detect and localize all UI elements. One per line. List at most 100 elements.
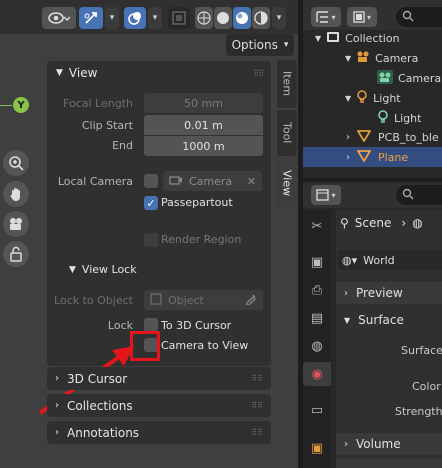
properties-header: ▾ — [303, 182, 442, 208]
properties-search-input[interactable] — [396, 185, 442, 205]
zoom-icon[interactable] — [3, 150, 29, 176]
overlays-dropdown-icon[interactable]: ▾ — [148, 7, 162, 29]
tool-settings-icon[interactable]: ✂ — [303, 214, 331, 238]
outliner-search-input[interactable] — [396, 7, 442, 27]
rendered-shading-icon[interactable] — [252, 7, 270, 29]
render-region-checkbox[interactable] — [144, 233, 158, 247]
surface-section-label: Surface — [358, 313, 404, 327]
drag-handle-icon[interactable]: ⠿⠿ — [251, 428, 263, 437]
chevron-right-icon: › — [346, 131, 350, 143]
solid-shading-icon[interactable] — [214, 7, 232, 29]
tab-item[interactable]: Item — [277, 60, 297, 108]
outliner-row-light-data[interactable]: Light — [303, 108, 442, 128]
panel-3d-cursor[interactable]: › 3D Cursor ⠿⠿ — [47, 367, 271, 390]
wireframe-shading-icon[interactable] — [195, 7, 213, 29]
clear-x-icon[interactable]: ✕ — [247, 175, 256, 188]
surface-section[interactable]: ▼ Surface — [336, 309, 442, 331]
chevron-down-icon: ▼ — [345, 93, 352, 103]
chevron-down-icon: ▼ — [345, 53, 352, 63]
object-icon[interactable]: ▣ — [303, 436, 331, 460]
outliner-display-mode-icon[interactable]: ▾ — [311, 7, 341, 27]
outliner-row-camera-data[interactable]: Camera — [303, 68, 442, 88]
camera-data-icon — [169, 174, 183, 189]
chevron-down-icon: ▼ — [315, 33, 322, 43]
world-icon[interactable]: ◉ — [303, 362, 331, 386]
y-axis-gizmo[interactable]: Y — [13, 97, 29, 113]
local-camera-label: Local Camera — [57, 175, 133, 188]
panel-3d-cursor-label: 3D Cursor — [67, 371, 128, 386]
surface-label: Surface — [401, 344, 442, 357]
to-3d-cursor-checkbox[interactable] — [144, 318, 158, 332]
chevron-right-icon: › — [401, 216, 407, 230]
options-dropdown[interactable]: Options ▾ — [226, 34, 294, 56]
focal-length-field[interactable]: 50 mm — [144, 93, 263, 113]
lock-to-object-field[interactable]: Object — [144, 290, 263, 310]
outliner-row-light[interactable]: ▼ Light — [303, 88, 442, 108]
outliner-filter-icon[interactable]: ▾ — [347, 7, 377, 27]
camera-object-icon — [356, 51, 370, 66]
pan-hand-icon[interactable] — [3, 181, 29, 207]
view-layer-icon[interactable]: ▤ — [303, 306, 331, 330]
collection-icon[interactable]: ▭ — [303, 398, 331, 422]
view-lock-header[interactable]: ▼ View Lock — [69, 263, 137, 276]
outliner-row-collection[interactable]: ▼ Collection — [303, 28, 442, 48]
clip-end-field[interactable]: 1000 m — [144, 136, 263, 156]
world-value: World — [363, 253, 395, 267]
mesh-icon — [356, 129, 372, 145]
view-panel-header[interactable]: ▼ View — [56, 66, 97, 80]
clip-start-field[interactable]: 0.01 m — [144, 115, 263, 135]
view-panel: ▼ View ⠿⠿ Focal Length 50 mm Clip Start … — [47, 61, 271, 366]
world-selector[interactable]: ◍▾ World — [338, 250, 442, 270]
local-camera-checkbox[interactable] — [144, 174, 158, 188]
outliner-header: ▾ ▾ — [303, 0, 442, 30]
outliner-row-plane[interactable]: › Plane — [303, 147, 442, 167]
drag-handle-icon[interactable]: ⠿⠿ — [253, 69, 264, 78]
eyedropper-icon[interactable] — [245, 293, 257, 308]
world-icon: ◍▾ — [342, 253, 358, 267]
outliner-row-camera[interactable]: ▼ Camera — [303, 48, 442, 68]
lock-to-object-label: Lock to Object — [54, 294, 133, 307]
mesh-icon — [356, 149, 372, 165]
next-section[interactable] — [336, 459, 442, 468]
chevron-down-icon: ▼ — [344, 315, 351, 325]
local-camera-value: Camera — [189, 174, 233, 188]
outliner-row-pcb[interactable]: › PCB_to_ble — [303, 127, 442, 147]
chevron-down-icon: ▼ — [69, 264, 76, 275]
chevron-right-icon: › — [55, 427, 59, 438]
lock-icon[interactable] — [3, 241, 29, 267]
camera-view-icon[interactable] — [3, 211, 29, 237]
editor-type-icon[interactable]: ▾ — [311, 185, 341, 205]
volume-section[interactable]: › Volume — [336, 433, 442, 455]
tab-view[interactable]: View — [277, 158, 297, 208]
panel-collections[interactable]: › Collections ⠿⠿ — [47, 394, 271, 417]
passepartout-checkbox[interactable]: ✓ — [144, 196, 158, 210]
local-camera-field[interactable]: Camera ✕ — [163, 171, 262, 191]
view-panel-title: View — [68, 66, 98, 80]
outliner-row-label: Light — [373, 91, 401, 105]
clip-start-label: Clip Start — [81, 119, 133, 132]
shading-dropdown-icon[interactable]: ▾ — [272, 7, 286, 29]
preview-section[interactable]: › Preview — [336, 282, 442, 304]
lock-label: Lock — [107, 319, 133, 332]
light-object-icon — [356, 89, 368, 107]
tab-tool-label: Tool — [280, 122, 294, 144]
render-icon[interactable]: ▣ — [303, 250, 331, 274]
gizmo-dropdown-icon[interactable]: ▾ — [105, 7, 119, 29]
chevron-right-icon: › — [344, 287, 348, 299]
drag-handle-icon[interactable]: ⠿⠿ — [251, 401, 263, 410]
drag-handle-icon[interactable]: ⠿⠿ — [251, 374, 263, 383]
scene-icon[interactable]: ◍ — [303, 334, 331, 358]
panel-annotations[interactable]: › Annotations ⠿⠿ — [47, 421, 271, 444]
outliner-row-label: Light — [394, 111, 422, 125]
tab-tool[interactable]: Tool — [277, 110, 297, 156]
gizmo-toggle-icon[interactable] — [79, 7, 103, 29]
material-shading-icon[interactable] — [233, 7, 251, 29]
volume-section-label: Volume — [356, 437, 401, 451]
preview-section-label: Preview — [356, 286, 403, 300]
visibility-eye-icon[interactable] — [42, 7, 76, 29]
overlays-toggle-icon[interactable] — [124, 7, 146, 29]
output-icon[interactable]: ⎙ — [303, 278, 331, 302]
chevron-right-icon: › — [55, 373, 59, 384]
xray-toggle-icon[interactable] — [168, 7, 190, 29]
strength-label: Strength — [395, 405, 442, 418]
